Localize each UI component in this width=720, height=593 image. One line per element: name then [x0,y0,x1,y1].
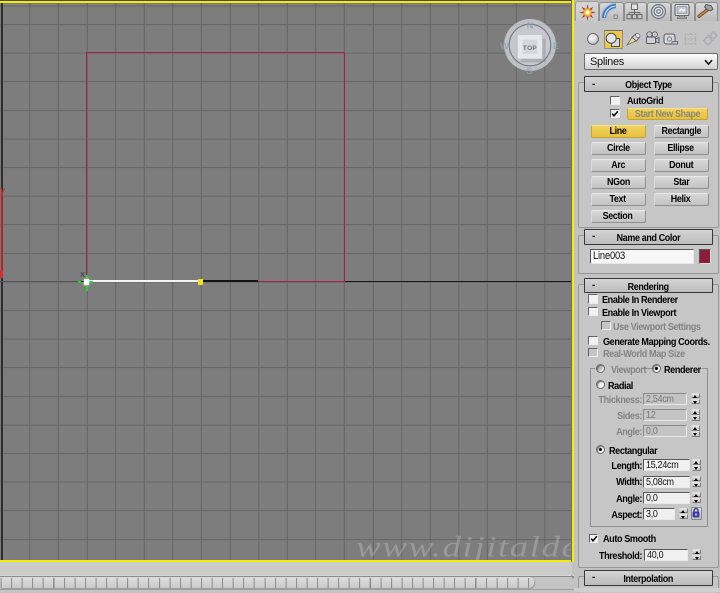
svg-text:W: W [500,41,509,52]
svg-text:E: E [553,41,559,52]
svg-text:N: N [527,21,534,32]
svg-text:TOP: TOP [523,45,538,52]
svg-text:S: S [526,66,532,75]
